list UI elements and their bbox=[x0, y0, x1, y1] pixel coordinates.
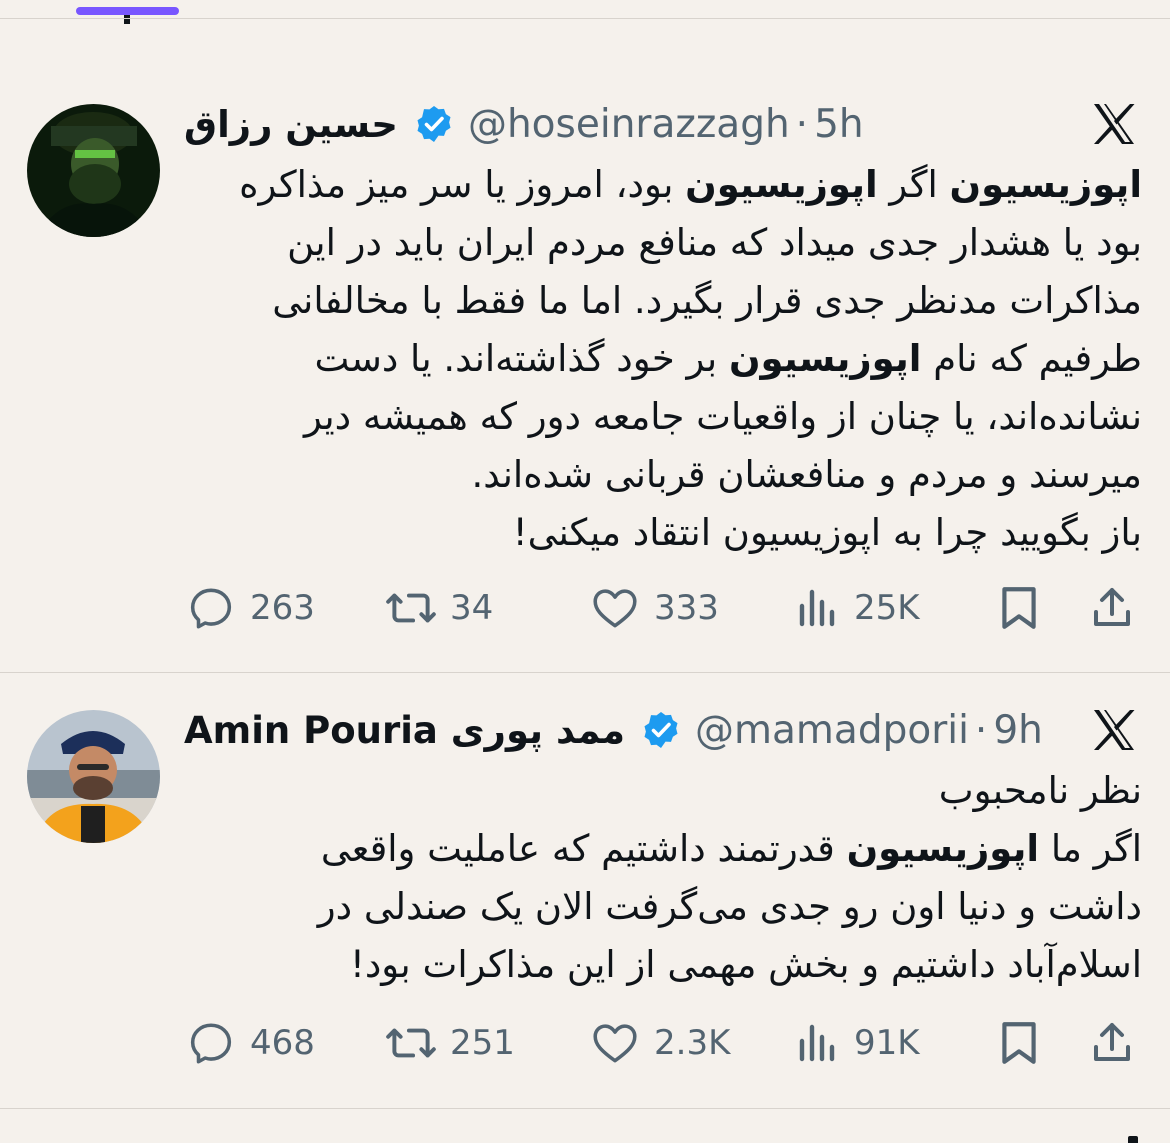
tweet-text-line: بود یا هشدار جدی میداد که منافع مردم ایر… bbox=[180, 214, 1142, 272]
tweet-text-line: طرفیم که نام اپوزیسیون بر خود گذاشته‌اند… bbox=[180, 330, 1142, 388]
tweet-text-line: مذاکرات مدنظر جدی قرار بگیرد. اما ما فقط… bbox=[180, 272, 1142, 330]
views-count: 91K bbox=[854, 1023, 920, 1063]
tweet-header: Amin Pouria ممد پوری @mamadporii · 9h bbox=[184, 702, 1043, 758]
action-bar: 468 251 2.3K 91K bbox=[0, 1013, 1170, 1073]
tweet-divider bbox=[0, 672, 1170, 673]
x-logo-icon bbox=[1090, 706, 1138, 754]
text-segment: اگر ما bbox=[1039, 827, 1142, 870]
text-segment: باز بگویید چرا به اپوزیسیون انتقاد میکنی… bbox=[512, 511, 1142, 554]
tweet-divider bbox=[0, 1108, 1170, 1109]
share-icon bbox=[1094, 1023, 1130, 1061]
repost-icon bbox=[386, 593, 436, 623]
avatar[interactable] bbox=[27, 710, 160, 843]
views-icon bbox=[799, 1024, 835, 1062]
repost-count: 34 bbox=[450, 588, 494, 628]
tweet-text-line: اگر ما اپوزیسیون قدرتمند داشتیم که عاملی… bbox=[180, 820, 1142, 878]
tweet-text-line: باز بگویید چرا به اپوزیسیون انتقاد میکنی… bbox=[180, 504, 1142, 562]
like-button[interactable]: 2.3K bbox=[590, 1013, 730, 1073]
text-segment: مذاکرات مدنظر جدی قرار بگیرد. اما ما فقط… bbox=[272, 279, 1142, 322]
text-segment: نظر نامحبوب bbox=[938, 769, 1142, 812]
display-name[interactable]: حسین رزاق bbox=[184, 103, 398, 146]
top-divider bbox=[0, 18, 1170, 19]
like-count: 333 bbox=[654, 588, 719, 628]
avatar[interactable] bbox=[27, 104, 160, 237]
tweet-header: حسین رزاق @hoseinrazzagh · 5h bbox=[184, 96, 864, 152]
text-segment: میرسند و مردم و منافعشان قربانی شده‌اند. bbox=[471, 453, 1142, 496]
bookmark-button[interactable] bbox=[996, 578, 1042, 638]
verified-badge-icon bbox=[641, 710, 681, 750]
share-icon bbox=[1094, 588, 1130, 626]
repost-button[interactable]: 251 bbox=[384, 1013, 515, 1073]
heart-icon bbox=[593, 589, 637, 628]
next-item-edge bbox=[1128, 1136, 1138, 1143]
highlighted-term: اپوزیسیون bbox=[846, 827, 1040, 870]
views-button[interactable]: 25K bbox=[796, 578, 920, 638]
tweet-text-line: میرسند و مردم و منافعشان قربانی شده‌اند. bbox=[180, 446, 1142, 504]
highlighted-term: اپوزیسیون bbox=[685, 163, 878, 206]
text-segment: بود یا هشدار جدی میداد که منافع مردم ایر… bbox=[287, 221, 1142, 264]
text-segment: قدرتمند داشتیم که عاملیت واقعی bbox=[320, 827, 847, 870]
verified-badge-icon bbox=[414, 104, 454, 144]
tweet-text-line: اپوزیسیون اگر اپوزیسیون بود، امروز یا سر… bbox=[180, 156, 1142, 214]
repost-button[interactable]: 34 bbox=[384, 578, 493, 638]
bookmark-icon bbox=[1002, 1022, 1036, 1064]
text-segment: اگر bbox=[877, 163, 950, 206]
x-logo-icon bbox=[1090, 100, 1138, 148]
tweet-text-line: داشت و دنیا اون رو جدی می‌گرفت الان یک ص… bbox=[180, 878, 1142, 936]
reply-icon bbox=[190, 1023, 232, 1064]
action-bar: 263 34 333 25K bbox=[0, 578, 1170, 638]
views-icon bbox=[799, 589, 835, 627]
reply-icon bbox=[190, 588, 232, 629]
display-name[interactable]: Amin Pouria ممد پوری bbox=[184, 709, 625, 752]
timestamp[interactable]: 9h bbox=[993, 708, 1043, 753]
tweet-text: نظر نامحبوب اگر ما اپوزیسیون قدرتمند داشت… bbox=[180, 762, 1142, 994]
like-count: 2.3K bbox=[654, 1023, 731, 1063]
text-segment: بر خود گذاشته‌اند. یا دست bbox=[314, 337, 729, 380]
bookmark-icon bbox=[1002, 587, 1036, 629]
tweet-text-line: اسلام‌آباد داشتیم و بخش مهمی از این مذاک… bbox=[180, 936, 1142, 994]
repost-icon bbox=[386, 1028, 436, 1058]
tab-edge bbox=[124, 15, 130, 24]
text-segment: طرفیم که نام bbox=[921, 337, 1142, 380]
like-button[interactable]: 333 bbox=[590, 578, 719, 638]
reply-count: 263 bbox=[250, 588, 315, 628]
reply-button[interactable]: 263 bbox=[186, 578, 315, 638]
text-segment: بود، امروز یا سر میز مذاکره bbox=[239, 163, 686, 206]
highlighted-term: اپوزیسیون bbox=[949, 163, 1143, 206]
text-segment: نشانده‌اند، یا چنان از واقعیات جامعه دور… bbox=[303, 395, 1142, 438]
text-segment: اسلام‌آباد داشتیم و بخش مهمی از این مذاک… bbox=[350, 943, 1142, 986]
tweet-text-line: نظر نامحبوب bbox=[180, 762, 1142, 820]
handle[interactable]: @hoseinrazzagh bbox=[468, 102, 790, 147]
tweet-text: اپوزیسیون اگر اپوزیسیون بود، امروز یا سر… bbox=[180, 156, 1142, 562]
share-button[interactable] bbox=[1088, 578, 1136, 638]
reply-count: 468 bbox=[250, 1023, 315, 1063]
tweet-text-line: نشانده‌اند، یا چنان از واقعیات جامعه دور… bbox=[180, 388, 1142, 446]
share-button[interactable] bbox=[1088, 1013, 1136, 1073]
bookmark-button[interactable] bbox=[996, 1013, 1042, 1073]
timestamp[interactable]: 5h bbox=[814, 102, 864, 147]
views-button[interactable]: 91K bbox=[796, 1013, 920, 1073]
repost-count: 251 bbox=[450, 1023, 515, 1063]
views-count: 25K bbox=[854, 588, 920, 628]
reply-button[interactable]: 468 bbox=[186, 1013, 315, 1073]
active-tab-indicator bbox=[76, 7, 179, 15]
heart-icon bbox=[593, 1024, 637, 1063]
separator: · bbox=[795, 101, 809, 147]
highlighted-term: اپوزیسیون bbox=[728, 337, 922, 380]
handle[interactable]: @mamadporii bbox=[695, 708, 969, 753]
separator: · bbox=[974, 707, 988, 753]
text-segment: داشت و دنیا اون رو جدی می‌گرفت الان یک ص… bbox=[317, 885, 1142, 928]
